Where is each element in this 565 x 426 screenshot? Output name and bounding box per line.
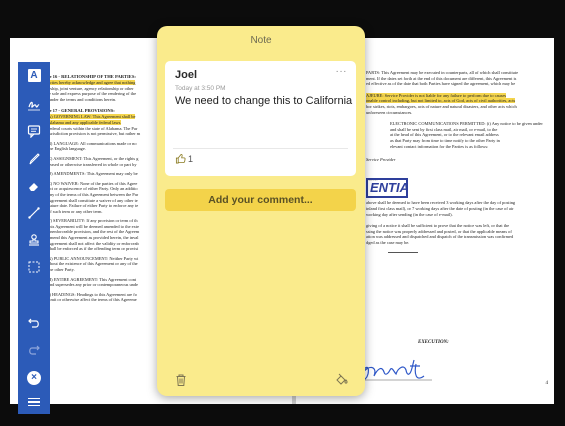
document-line: limit or otherwise affect the terms of t…: [48, 297, 137, 303]
para-governing-law: A) GOVERNING LAW: This Agreement shall b…: [38, 114, 163, 136]
text-tool-button[interactable]: A: [18, 64, 50, 86]
document-line: leased or otherwise transferred in whole…: [48, 161, 137, 167]
thumbs-up-icon: [175, 154, 186, 164]
para-language: B) LANGUAGE: All communications made or …: [38, 141, 163, 152]
document-line: unforeseen circumstances.: [366, 109, 413, 115]
close-toolbar-button[interactable]: ×: [18, 367, 50, 389]
execution-label: EXECUTION:: [418, 340, 449, 345]
line-tool-button[interactable]: [18, 202, 50, 224]
para-headings: I) HEADINGS: Headings to this Agreement …: [38, 292, 163, 303]
document-line: and supersedes any prior or contemporane…: [48, 282, 138, 288]
redo-button[interactable]: [18, 338, 50, 360]
document-line: dged as the case may be.: [366, 239, 410, 245]
signature-rule-client: [388, 252, 418, 253]
confidential-stamp[interactable]: ENTIAL: [366, 178, 408, 198]
like-count: 1: [188, 153, 194, 164]
page-number: 4: [545, 381, 549, 386]
annotation-toolbar: A ×: [18, 62, 50, 414]
document-line: ed effective as of the date that both Pa…: [366, 81, 516, 87]
para-electronic-communications: ELECTRONIC COMMUNICATIONS PERMITTED: (i)…: [366, 121, 548, 149]
more-options-icon[interactable]: ···: [336, 66, 348, 77]
pen-tool-icon: [29, 153, 40, 165]
document-line: as set under the terms and conditions he…: [38, 96, 117, 102]
comment-tool-button[interactable]: [18, 120, 50, 142]
eraser-tool-icon: [29, 183, 38, 191]
document-line: D) AMENDMENTS: This Agreement may only b…: [48, 171, 138, 177]
service-provider-label: Service Provider: [366, 157, 396, 163]
document-line: shall be enforced as if the offending te…: [48, 246, 139, 252]
left-page-text: Article 16 - RELATIONSHIP OF THE PARTIES…: [38, 71, 163, 303]
document-line: the other Party.: [48, 267, 75, 273]
menu-icon: [28, 396, 40, 409]
trash-icon[interactable]: [174, 373, 188, 387]
eraser-tool-button[interactable]: [18, 175, 50, 197]
para-16: The Parties hereby acknowledge and agree…: [38, 80, 163, 102]
para-proving-service: giving of a notice it shall be sufficien…: [366, 223, 548, 245]
document-line: elevant contact information for the Part…: [390, 143, 489, 149]
menu-button[interactable]: [18, 391, 50, 413]
para-severability: F) SEVERABILITY: If any provision or ter…: [38, 218, 163, 252]
document-line: the English language.: [48, 146, 86, 152]
crop-tool-button[interactable]: [18, 256, 50, 278]
para-force-majeure: AJEURE: Service Provider is not liable f…: [366, 92, 548, 115]
color-fill-icon[interactable]: [334, 373, 348, 387]
para-no-waiver: E) NO WAIVER: None of the parties of thi…: [38, 181, 163, 215]
note-panel: Note Joel ··· Today at 3:50 PM We need t…: [157, 26, 365, 396]
pen-tool-button[interactable]: [18, 148, 50, 170]
right-page-text: PARTS: This Agreement may be executed in…: [366, 70, 548, 245]
document-line: jurisdiction provision is not permissive…: [48, 131, 141, 137]
crop-tool-icon: [28, 261, 40, 273]
note-author: Joel: [175, 69, 198, 81]
note-timestamp: Today at 3:50 PM: [175, 85, 226, 92]
para-public-announcement: G) PUBLIC ANNOUNCEMENT: Neither Party wi…: [38, 256, 163, 273]
document-line: working day after sending (in the case o…: [366, 211, 453, 217]
add-comment-button[interactable]: Add your comment...: [165, 189, 356, 211]
text-tool-icon: A: [27, 68, 41, 82]
para-amendments: D) AMENDMENTS: This Agreement may only b…: [38, 171, 163, 177]
line-tool-icon: [28, 207, 40, 219]
para-entire-agreement: H) ENTIRE AGREEMENT: This Agreement cont…: [38, 277, 163, 288]
para-assignment: C) ASSIGNMENT: This Agreement, or the ri…: [38, 156, 163, 167]
undo-button[interactable]: [18, 311, 50, 333]
comment-tool-icon: [27, 125, 41, 138]
note-panel-title: Note: [250, 35, 272, 46]
redo-icon: [29, 345, 40, 355]
close-icon: ×: [27, 371, 41, 385]
note-comment-card: Joel ··· Today at 3:50 PM We need to cha…: [165, 61, 356, 176]
para-counterparts: PARTS: This Agreement may be executed in…: [366, 70, 548, 87]
note-divider: [173, 148, 348, 149]
signature-tool-icon: [28, 101, 40, 111]
like-button[interactable]: 1: [175, 153, 193, 164]
para-notice-received: above shall be deemed to have been recei…: [366, 200, 548, 217]
handwritten-signature[interactable]: [354, 356, 434, 386]
undo-icon: [28, 318, 39, 328]
signature-tool-button[interactable]: [18, 94, 50, 116]
note-body: We need to change this to California: [175, 95, 353, 107]
document-line: of such term or any other term.: [48, 208, 103, 214]
stamp-tool-icon: [29, 234, 39, 246]
stamp-tool-button[interactable]: [18, 229, 50, 251]
